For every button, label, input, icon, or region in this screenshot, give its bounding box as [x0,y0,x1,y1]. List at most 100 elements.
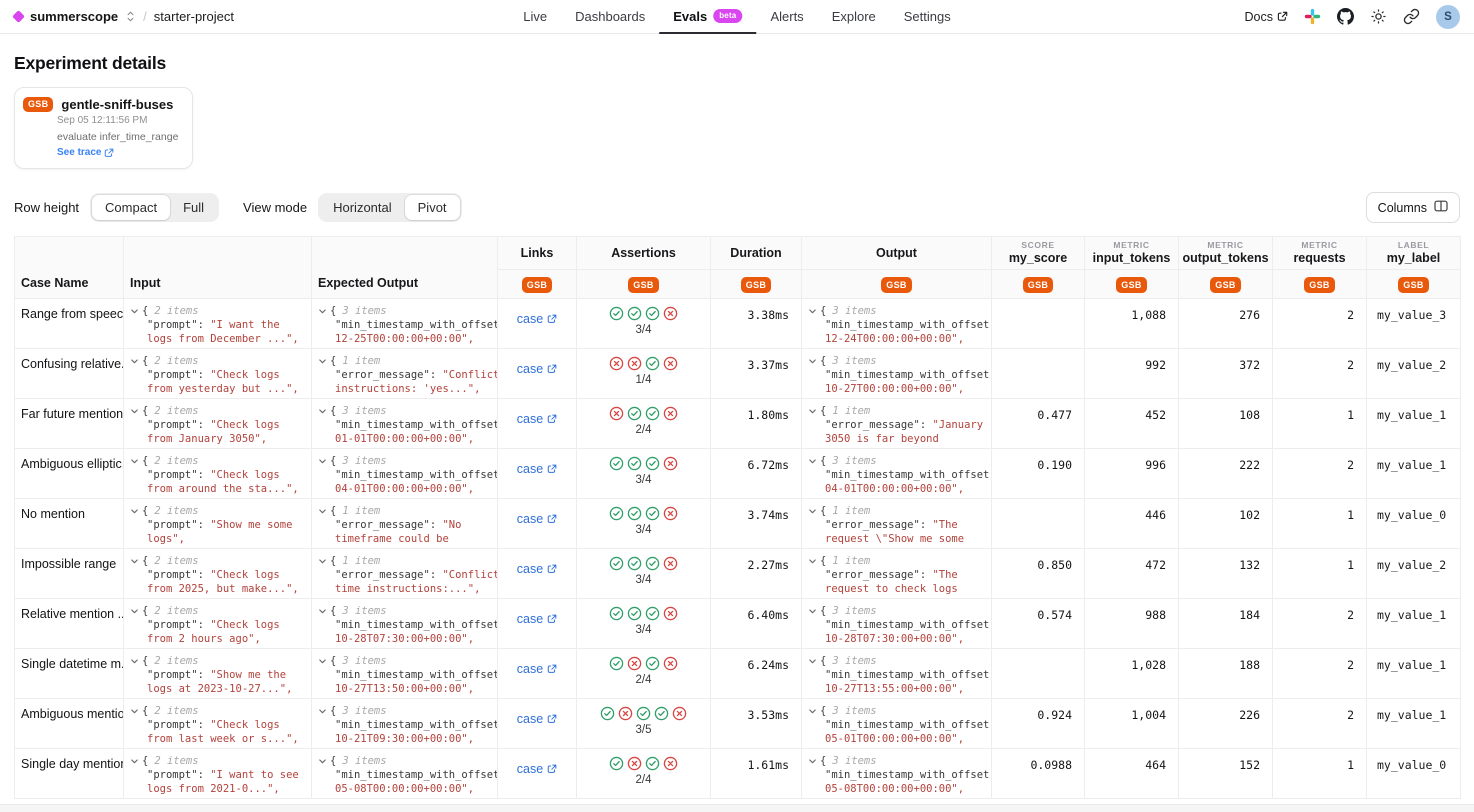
assertions-cell: 2/4 [577,399,711,449]
json-value: logs at 2023-10-27...", [147,683,311,697]
expand-chevron-icon[interactable] [318,657,327,666]
expand-chevron-icon[interactable] [318,307,327,316]
expand-chevron-icon[interactable] [130,357,139,366]
assertion-pass-icon [645,306,660,321]
expand-chevron-icon[interactable] [318,407,327,416]
case-link-label: case [517,512,543,526]
expand-chevron-icon[interactable] [130,407,139,416]
json-key: "error_message": [825,569,932,581]
expand-chevron-icon[interactable] [808,757,817,766]
expand-chevron-icon[interactable] [318,457,327,466]
case-link[interactable]: case [517,712,557,726]
expand-chevron-icon[interactable] [808,657,817,666]
case-link[interactable]: case [517,612,557,626]
nav-item-dashboards[interactable]: Dashboards [561,0,659,34]
row-height-compact-option[interactable]: Compact [92,195,170,220]
case-link[interactable]: case [517,362,557,376]
expand-chevron-icon[interactable] [808,357,817,366]
nav-item-explore[interactable]: Explore [818,0,890,34]
org-switcher-icon[interactable] [125,10,136,23]
assertion-fail-icon [663,606,678,621]
json-key: "prompt": [147,469,210,481]
case-link[interactable]: case [517,412,557,426]
row-height-full-option[interactable]: Full [170,195,217,220]
case-link[interactable]: case [517,462,557,476]
expand-chevron-icon[interactable] [808,557,817,566]
view-mode-pivot-option[interactable]: Pivot [405,195,460,220]
case-link[interactable]: case [517,562,557,576]
github-icon[interactable] [1337,8,1354,25]
json-value: logs", [147,533,311,547]
expand-chevron-icon[interactable] [130,307,139,316]
assertions-cell: 3/4 [577,549,711,599]
docs-link[interactable]: Docs [1245,10,1288,24]
column-experiment-badge-cell: GSB [577,270,711,299]
slack-icon[interactable] [1304,8,1321,25]
score-cell [992,349,1085,399]
case-link[interactable]: case [517,662,557,676]
expand-chevron-icon[interactable] [318,357,327,366]
json-value: 05-01T00:00:00+00:00", [825,733,991,747]
expand-chevron-icon[interactable] [130,657,139,666]
expand-chevron-icon[interactable] [130,557,139,566]
assertion-pass-icon [627,306,642,321]
expand-chevron-icon[interactable] [130,507,139,516]
output-tokens-cell: 132 [1179,549,1273,599]
json-value: "I want to see [210,769,299,781]
assertion-pass-icon [645,556,660,571]
expand-chevron-icon[interactable] [318,757,327,766]
expand-chevron-icon[interactable] [808,707,817,716]
column-header-label: Assertions [577,246,710,261]
view-mode-horizontal-option[interactable]: Horizontal [320,195,405,220]
nav-item-evals[interactable]: Evalsbeta [659,0,756,34]
case-name-cell: Far future mention [15,399,124,449]
case-link[interactable]: case [517,512,557,526]
nav-item-settings[interactable]: Settings [890,0,965,34]
expand-chevron-icon[interactable] [808,457,817,466]
expand-chevron-icon[interactable] [318,557,327,566]
json-value: 04-01T00:00:00+00:00", [335,483,497,497]
avatar[interactable]: S [1436,5,1460,29]
table-row: Far future mention{2 items"prompt": "Che… [15,399,1461,449]
columns-button[interactable]: Columns [1366,192,1460,223]
nav-item-alerts[interactable]: Alerts [756,0,817,34]
expand-chevron-icon[interactable] [318,707,327,716]
expand-chevron-icon[interactable] [130,607,139,616]
expand-chevron-icon[interactable] [808,507,817,516]
org-name[interactable]: summerscope [30,9,118,24]
see-trace-link[interactable]: See trace [57,147,178,158]
expand-chevron-icon[interactable] [318,507,327,516]
case-link[interactable]: case [517,762,557,776]
json-key: "min_timestamp_with_offset" [335,619,497,631]
json-key: "prompt": [147,519,210,531]
expand-chevron-icon[interactable] [318,607,327,616]
project-name[interactable]: starter-project [154,9,234,24]
requests-cell: 2 [1273,649,1367,699]
column-header-output: Output [802,237,992,270]
expand-chevron-icon[interactable] [130,707,139,716]
share-link-icon[interactable] [1403,8,1420,25]
json-value: "Check logs [210,419,280,431]
score-cell: 0.0988 [992,749,1085,799]
expand-chevron-icon[interactable] [130,457,139,466]
expand-chevron-icon[interactable] [808,307,817,316]
json-item-count: 3 items [342,605,386,617]
nav-item-label: Evals [673,9,707,24]
assertion-fail-icon [618,706,633,721]
expand-chevron-icon[interactable] [808,407,817,416]
table-row: Ambiguous mention{2 items"prompt": "Chec… [15,699,1461,749]
column-experiment-badge-cell: GSB [711,270,802,299]
expand-chevron-icon[interactable] [808,607,817,616]
json-value: 3050 is far beyond [825,433,991,447]
nav-item-live[interactable]: Live [509,0,561,34]
column-header-links: Links [498,237,577,270]
links-cell: case [498,649,577,699]
expected-output-cell: {3 items"min_timestamp_with_offset"01-01… [312,399,498,449]
column-type-tag: METRIC [1179,240,1272,250]
theme-toggle-icon[interactable] [1370,8,1387,25]
json-value: from 2025, but make...", [147,583,311,597]
case-link[interactable]: case [517,312,557,326]
assertion-pass-icon [627,406,642,421]
expand-chevron-icon[interactable] [130,757,139,766]
input-tokens-cell: 1,028 [1085,649,1179,699]
